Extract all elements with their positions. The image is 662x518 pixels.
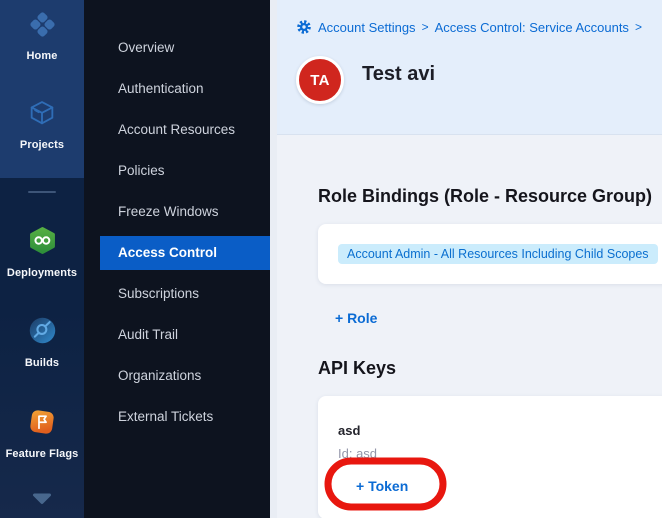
api-key-id: Id: asd	[338, 447, 662, 461]
chevron-down-icon[interactable]	[31, 492, 53, 510]
settings-nav: Overview Authentication Account Resource…	[84, 0, 270, 518]
sidebar-item-builds[interactable]: Builds	[0, 316, 84, 369]
role-bindings-heading: Role Bindings (Role - Resource Group)	[318, 135, 662, 207]
module-label: Deployments	[7, 267, 77, 279]
add-role-button[interactable]: + Role	[335, 310, 377, 326]
builds-icon	[28, 316, 57, 350]
sidebar-item-access-control[interactable]: Access Control	[84, 232, 270, 273]
api-key-name: asd	[338, 424, 662, 438]
breadcrumb: Account Settings > Access Control: Servi…	[296, 19, 642, 35]
rail-divider	[28, 191, 56, 193]
avatar-initials: TA	[310, 72, 329, 89]
sidebar-item-policies[interactable]: Policies	[84, 150, 270, 191]
page-title: Test avi	[362, 63, 435, 86]
feature-flags-icon	[28, 408, 56, 441]
role-binding-chip[interactable]: Account Admin - All Resources Including …	[338, 244, 658, 264]
module-label: Projects	[20, 139, 64, 151]
sidebar-item-organizations[interactable]: Organizations	[84, 355, 270, 396]
module-label: Builds	[25, 357, 59, 369]
home-grid-icon	[29, 11, 56, 43]
gear-icon	[296, 19, 312, 35]
sidebar-item-overview[interactable]: Overview	[84, 27, 270, 68]
sidebar-item-feature-flags[interactable]: Feature Flags	[0, 408, 84, 460]
breadcrumb-separator: >	[635, 20, 642, 34]
api-keys-heading: API Keys	[318, 357, 662, 379]
breadcrumb-access-control-service-accounts[interactable]: Access Control: Service Accounts	[435, 20, 629, 35]
module-label: Feature Flags	[6, 448, 79, 460]
add-token-button[interactable]: + Token	[356, 478, 408, 494]
role-bindings-card: Account Admin - All Resources Including …	[318, 224, 662, 284]
module-sidebar: Home Projects Deployments	[0, 0, 84, 518]
api-key-card: asd Id: asd + Token	[318, 396, 662, 518]
page-header: Account Settings > Access Control: Servi…	[277, 0, 662, 135]
sidebar-item-account-resources[interactable]: Account Resources	[84, 109, 270, 150]
content-area: Role Bindings (Role - Resource Group) Ac…	[277, 135, 662, 518]
sidebar-item-audit-trail[interactable]: Audit Trail	[84, 314, 270, 355]
avatar: TA	[296, 56, 344, 104]
module-label: Home	[27, 50, 58, 62]
sidebar-item-projects[interactable]: Projects	[0, 99, 84, 151]
breadcrumb-account-settings[interactable]: Account Settings	[318, 20, 416, 35]
sidebar-item-authentication[interactable]: Authentication	[84, 68, 270, 109]
breadcrumb-separator: >	[422, 20, 429, 34]
sidebar-item-subscriptions[interactable]: Subscriptions	[84, 273, 270, 314]
cube-icon	[28, 99, 56, 132]
sidebar-item-external-tickets[interactable]: External Tickets	[84, 396, 270, 437]
sidebar-item-home[interactable]: Home	[0, 11, 84, 62]
deployments-icon	[28, 226, 57, 260]
sidebar-item-deployments[interactable]: Deployments	[0, 226, 84, 279]
sidebar-item-freeze-windows[interactable]: Freeze Windows	[84, 191, 270, 232]
main-area: Account Settings > Access Control: Servi…	[270, 0, 662, 518]
